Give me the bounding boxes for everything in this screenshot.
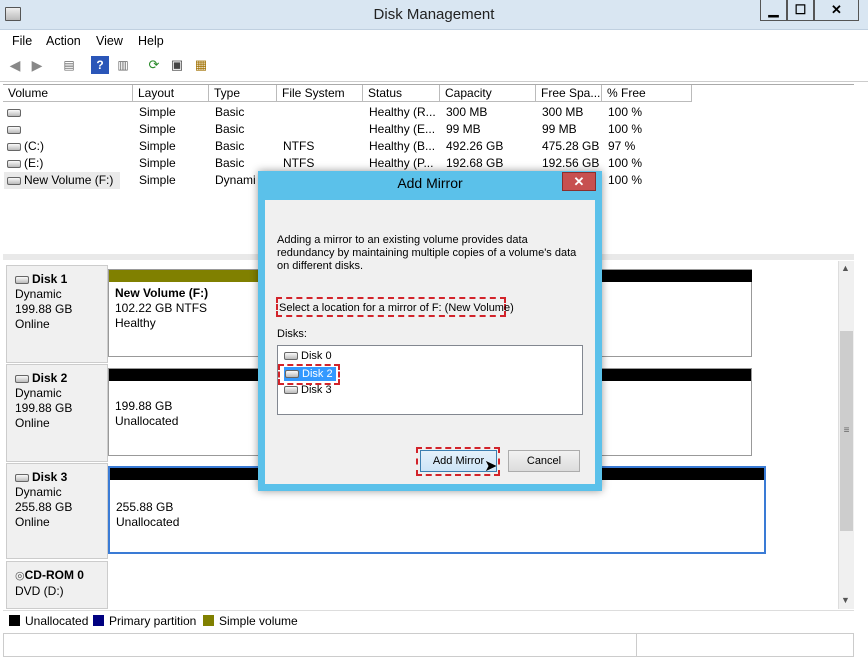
forward-icon[interactable]: ▶ bbox=[28, 56, 46, 74]
cell-status: Healthy (B... bbox=[369, 139, 436, 153]
cell-layout: Simple bbox=[139, 122, 176, 136]
scroll-up-icon[interactable]: ▲ bbox=[841, 263, 850, 273]
table-row[interactable]: New Volume (F:) bbox=[4, 172, 120, 189]
cell-layout: Simple bbox=[139, 173, 176, 187]
settings-icon[interactable]: ▦ bbox=[192, 56, 210, 74]
maximize-button[interactable]: ☐ bbox=[787, 0, 814, 21]
list-item[interactable]: Disk 0 bbox=[284, 349, 332, 363]
volume-icon bbox=[7, 176, 21, 185]
disk-icon bbox=[15, 275, 29, 284]
cell-free: 475.28 GB bbox=[542, 139, 600, 153]
cell-status: Healthy (E... bbox=[369, 122, 436, 136]
disks-label: Disks: bbox=[277, 328, 307, 340]
close-button[interactable]: ✕ bbox=[814, 0, 859, 21]
column-header-file-system[interactable]: File System bbox=[277, 85, 363, 102]
cdrom-label[interactable]: ◎CD-ROM 0 DVD (D:) bbox=[6, 561, 108, 609]
cell-fs: NTFS bbox=[283, 156, 315, 170]
column-header-percent-free[interactable]: % Free bbox=[602, 85, 692, 102]
legend-primary: Primary partition bbox=[93, 614, 196, 628]
column-header-volume[interactable]: Volume bbox=[3, 85, 133, 102]
table-row[interactable] bbox=[7, 104, 133, 121]
refresh-icon[interactable]: ⟳ bbox=[145, 56, 163, 74]
show-pane-icon[interactable]: ▥ bbox=[114, 56, 132, 74]
legend-unallocated: Unallocated bbox=[9, 614, 88, 628]
cell-type: Dynami bbox=[215, 173, 256, 187]
cell-status: Healthy (R... bbox=[369, 105, 436, 119]
cell-layout: Simple bbox=[139, 156, 176, 170]
dialog-close-button[interactable]: ✕ bbox=[562, 172, 596, 191]
menu-view[interactable]: View bbox=[96, 34, 123, 48]
cell-free: 300 MB bbox=[542, 105, 584, 119]
primary-swatch bbox=[93, 615, 104, 626]
unallocated-bar bbox=[599, 270, 752, 282]
cancel-button[interactable]: Cancel bbox=[508, 450, 580, 472]
scroll-thumb[interactable]: ≡ bbox=[840, 331, 853, 531]
disk-3-label[interactable]: Disk 3 Dynamic 255.88 GB Online bbox=[6, 463, 108, 559]
properties-pane-icon[interactable]: ▤ bbox=[60, 56, 78, 74]
mouse-cursor-icon: ➤ bbox=[484, 458, 498, 475]
minimize-button[interactable]: ▁ bbox=[760, 0, 787, 21]
menu-file[interactable]: File bbox=[12, 34, 32, 48]
select-location-label: Select a location for a mirror of F: (Ne… bbox=[279, 302, 514, 314]
column-header-status[interactable]: Status bbox=[363, 85, 440, 102]
table-row[interactable]: (E:) bbox=[7, 155, 133, 172]
legend-simple: Simple volume bbox=[203, 614, 298, 628]
annotation-highlight bbox=[278, 364, 340, 385]
column-header-free-space[interactable]: Free Spa... bbox=[536, 85, 602, 102]
cell-fs: NTFS bbox=[283, 139, 315, 153]
disk-icon bbox=[284, 352, 298, 361]
list-item[interactable]: Disk 3 bbox=[284, 383, 332, 397]
cell-free: 192.56 GB bbox=[542, 156, 600, 170]
cell-pct: 100 % bbox=[608, 122, 643, 136]
volume-icon bbox=[7, 159, 21, 168]
scroll-down-icon[interactable]: ▼ bbox=[841, 595, 850, 605]
volume-icon bbox=[7, 108, 21, 117]
disk-2-label[interactable]: Disk 2 Dynamic 199.88 GB Online bbox=[6, 364, 108, 462]
rescan-icon[interactable]: ▣ bbox=[168, 56, 186, 74]
column-header-type[interactable]: Type bbox=[209, 85, 277, 102]
table-row[interactable] bbox=[7, 121, 133, 138]
cell-type: Basic bbox=[215, 156, 245, 170]
status-bar bbox=[3, 633, 854, 657]
help-icon[interactable]: ? bbox=[91, 56, 109, 74]
disk-1-label[interactable]: Disk 1 Dynamic 199.88 GB Online bbox=[6, 265, 108, 363]
cell-capacity: 300 MB bbox=[446, 105, 488, 119]
legend: Unallocated Primary partition Simple vol… bbox=[3, 610, 854, 630]
menu-help[interactable]: Help bbox=[138, 34, 164, 48]
window-title: Disk Management bbox=[373, 6, 495, 23]
cell-pct: 100 % bbox=[608, 173, 643, 187]
disk-icon bbox=[15, 374, 29, 383]
volume-icon bbox=[7, 125, 21, 134]
back-icon[interactable]: ◀ bbox=[6, 56, 24, 74]
disk-icon bbox=[15, 473, 29, 482]
cell-capacity: 192.68 GB bbox=[446, 156, 504, 170]
cell-capacity: 99 MB bbox=[446, 122, 481, 136]
cell-layout: Simple bbox=[139, 105, 176, 119]
cell-status: Healthy (P... bbox=[369, 156, 434, 170]
cell-free: 99 MB bbox=[542, 122, 577, 136]
cell-layout: Simple bbox=[139, 139, 176, 153]
cell-pct: 100 % bbox=[608, 105, 643, 119]
unallocated-swatch bbox=[9, 615, 20, 626]
menu-action[interactable]: Action bbox=[46, 34, 81, 48]
table-row[interactable]: (C:) bbox=[7, 138, 133, 155]
column-header-layout[interactable]: Layout bbox=[133, 85, 209, 102]
volume-icon bbox=[7, 142, 21, 151]
disk-icon bbox=[284, 386, 298, 395]
cell-type: Basic bbox=[215, 139, 245, 153]
cell-pct: 97 % bbox=[608, 139, 636, 153]
column-header-capacity[interactable]: Capacity bbox=[440, 85, 536, 102]
menu-bar bbox=[0, 30, 868, 52]
dialog-description: Adding a mirror to an existing volume pr… bbox=[277, 234, 577, 272]
dialog-title: Add Mirror bbox=[397, 175, 463, 191]
simple-swatch bbox=[203, 615, 214, 626]
cell-type: Basic bbox=[215, 105, 245, 119]
cell-capacity: 492.26 GB bbox=[446, 139, 504, 153]
vertical-scrollbar[interactable]: ▲ ≡ ▼ bbox=[838, 261, 854, 609]
cell-pct: 100 % bbox=[608, 156, 643, 170]
cdrom-icon: ◎ bbox=[15, 570, 25, 582]
status-bar-divider bbox=[636, 633, 637, 657]
add-mirror-dialog bbox=[258, 171, 602, 491]
cell-type: Basic bbox=[215, 122, 245, 136]
